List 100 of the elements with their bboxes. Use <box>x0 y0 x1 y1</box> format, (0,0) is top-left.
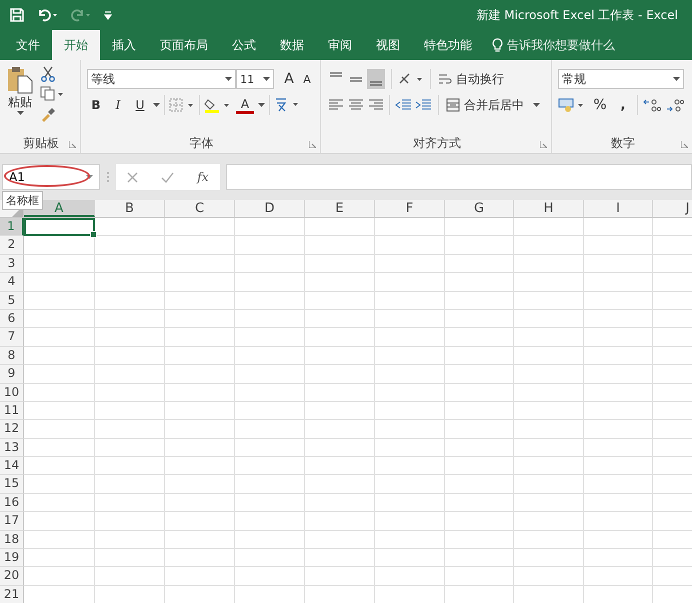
column-header[interactable]: E <box>305 200 375 217</box>
grid-cell[interactable] <box>305 402 375 420</box>
decrease-decimal-icon[interactable] <box>666 98 684 112</box>
ribbon-tab[interactable]: 数据 <box>268 30 316 60</box>
column-header[interactable]: G <box>445 200 514 217</box>
grid-cell[interactable] <box>165 549 235 568</box>
phonetic-guide-icon[interactable] <box>274 97 300 113</box>
grid-cell[interactable] <box>445 236 514 255</box>
grid-cell[interactable] <box>24 236 95 255</box>
grid-cell[interactable] <box>24 384 95 402</box>
grid-cell[interactable] <box>235 420 305 439</box>
grid-cell[interactable] <box>514 494 584 512</box>
row-header[interactable]: 8 <box>0 346 24 366</box>
grid-cell[interactable] <box>305 310 375 328</box>
grid-cell[interactable] <box>514 402 584 420</box>
grid-cell[interactable] <box>584 567 653 586</box>
grid-cell[interactable] <box>165 254 235 274</box>
insert-function-button[interactable]: fx <box>197 170 209 184</box>
grid-cell[interactable] <box>24 254 95 274</box>
grid-cell[interactable] <box>584 273 653 292</box>
increase-indent-icon[interactable] <box>414 98 432 112</box>
grid-cell[interactable] <box>514 236 584 255</box>
grid-cell[interactable] <box>375 420 445 439</box>
grid-cell[interactable] <box>165 530 235 550</box>
scissors-icon[interactable] <box>40 66 56 82</box>
column-header[interactable]: C <box>165 200 235 217</box>
grid-cell[interactable] <box>24 273 95 292</box>
currency-format-icon[interactable] <box>558 97 586 113</box>
align-left-icon[interactable] <box>327 98 345 112</box>
grid-cell[interactable] <box>24 549 95 568</box>
grid-cell[interactable] <box>514 549 584 568</box>
grid-cell[interactable] <box>95 365 165 384</box>
grid-cell[interactable] <box>165 402 235 420</box>
caret-icon[interactable] <box>673 76 680 82</box>
grid-cell[interactable] <box>305 254 375 274</box>
grid-cell[interactable] <box>235 310 305 328</box>
paste-button[interactable]: 粘贴 <box>6 66 34 133</box>
grid-cell[interactable] <box>24 530 95 550</box>
grid-cell[interactable] <box>445 402 514 420</box>
grid-cell[interactable] <box>445 530 514 550</box>
grid-cell[interactable] <box>305 365 375 384</box>
row-header[interactable]: 15 <box>0 475 24 494</box>
grid-cell[interactable] <box>165 438 235 458</box>
grid-cell[interactable] <box>514 328 584 347</box>
grid-cell[interactable] <box>95 567 165 586</box>
vertical-align-button[interactable] <box>367 69 385 89</box>
grid-cell[interactable] <box>165 365 235 384</box>
grid-cell[interactable] <box>375 365 445 384</box>
grid-cell[interactable] <box>445 512 514 531</box>
grid-cell[interactable] <box>375 475 445 494</box>
grid-cell[interactable] <box>584 365 653 384</box>
grid-cell[interactable] <box>445 218 514 236</box>
grid-cell[interactable] <box>375 218 445 236</box>
bold-button[interactable]: B <box>87 95 105 115</box>
grid-cell[interactable] <box>584 438 653 458</box>
grid-cell[interactable] <box>165 512 235 531</box>
grid-cell[interactable] <box>95 420 165 439</box>
grid-cell[interactable] <box>445 254 514 274</box>
grid-cell[interactable] <box>24 567 95 586</box>
grid-cell[interactable] <box>165 273 235 292</box>
grid-cell[interactable] <box>514 512 584 531</box>
grid-cell[interactable] <box>165 292 235 310</box>
ribbon-tab[interactable]: 特色功能 <box>412 30 484 60</box>
column-header[interactable]: F <box>375 200 445 217</box>
grid-cell[interactable] <box>95 512 165 531</box>
dialog-launcher-icon[interactable] <box>681 141 688 148</box>
grid-cell[interactable] <box>24 475 95 494</box>
row-header[interactable]: 4 <box>0 273 24 292</box>
percent-button[interactable]: % <box>591 95 609 115</box>
grid-cell[interactable] <box>584 457 653 476</box>
format-painter-icon[interactable] <box>40 106 56 122</box>
decrease-font-button[interactable]: A <box>298 69 316 89</box>
grid-cell[interactable] <box>514 310 584 328</box>
grid-cell[interactable] <box>235 549 305 568</box>
number-format-dropdown[interactable]: 常规 <box>558 69 684 89</box>
grid-cell[interactable] <box>375 457 445 476</box>
grid-cell[interactable] <box>235 567 305 586</box>
grid-cell[interactable] <box>24 310 95 328</box>
column-header[interactable]: H <box>514 200 584 217</box>
grid-cell[interactable] <box>95 236 165 255</box>
row-header[interactable]: 14 <box>0 457 24 476</box>
align-right-icon[interactable] <box>367 98 385 112</box>
grid-cell[interactable] <box>584 549 653 568</box>
grid-cell[interactable] <box>584 310 653 328</box>
row-header[interactable]: 12 <box>0 420 24 439</box>
grid-cell[interactable] <box>584 236 653 255</box>
grid-cell[interactable] <box>305 328 375 347</box>
grid-cell[interactable] <box>95 475 165 494</box>
active-cell[interactable] <box>24 218 95 236</box>
grid-cell[interactable] <box>235 402 305 420</box>
save-icon[interactable] <box>10 8 24 22</box>
row-header[interactable]: 21 <box>0 586 24 603</box>
grid-cell[interactable] <box>584 475 653 494</box>
row-header[interactable]: 7 <box>0 328 24 347</box>
grid-cell[interactable] <box>514 567 584 586</box>
grid-cell[interactable] <box>24 512 95 531</box>
grid-cell[interactable] <box>235 328 305 347</box>
grid-cell[interactable] <box>305 438 375 458</box>
decrease-indent-icon[interactable] <box>394 98 412 112</box>
column-header[interactable]: I <box>584 200 653 217</box>
